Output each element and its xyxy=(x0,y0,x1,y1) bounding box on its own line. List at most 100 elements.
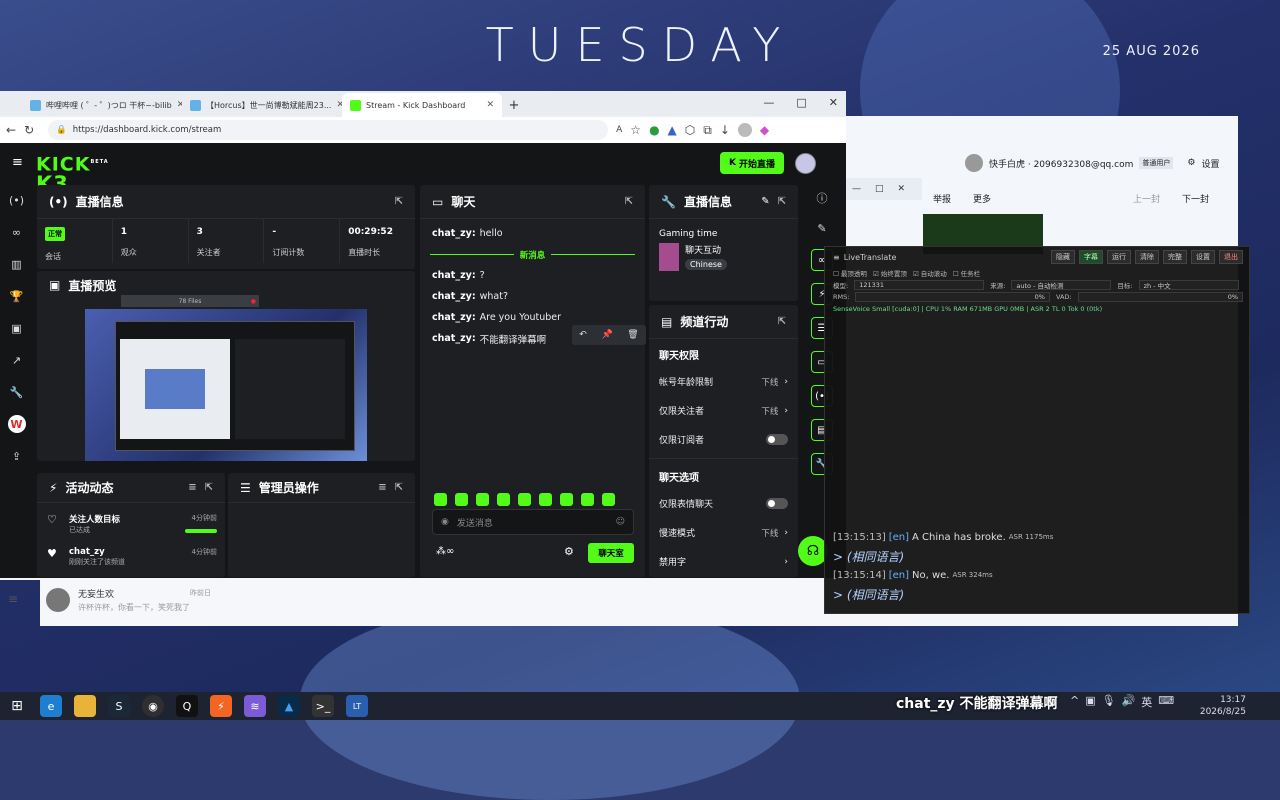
filter-icon[interactable]: ≡ xyxy=(188,482,196,493)
app-icon[interactable]: ≋ xyxy=(244,695,266,717)
followers-only-row[interactable]: 仅限关注者 下线 › xyxy=(649,396,798,425)
edit-icon[interactable]: ✎ xyxy=(761,196,769,207)
emote-icon[interactable] xyxy=(560,493,573,506)
pin-icon[interactable]: 📌 xyxy=(601,330,612,340)
lt-clear-button[interactable]: 清除 xyxy=(1135,250,1159,264)
chat-message[interactable]: chat_zy: hello xyxy=(420,223,645,244)
lt-full-button[interactable]: 完整 xyxy=(1163,250,1187,264)
minimize-icon[interactable]: — xyxy=(852,184,861,194)
reply-icon[interactable]: ↶ xyxy=(579,330,587,340)
wrench-icon[interactable]: 🔧 xyxy=(8,383,26,401)
favorite-icon[interactable]: ☆ xyxy=(630,123,641,137)
back-icon[interactable]: ← xyxy=(6,123,16,137)
profile-icon[interactable] xyxy=(737,123,752,137)
qq-prev[interactable]: 上一封 xyxy=(1133,192,1160,205)
emote-icon[interactable] xyxy=(497,493,510,506)
windows-start-icon[interactable]: ⊞ xyxy=(6,695,28,717)
edge-icon[interactable]: e xyxy=(40,695,62,717)
livetranslate-icon[interactable]: LT xyxy=(346,695,368,717)
chat-user[interactable]: chat_zy: xyxy=(432,312,476,323)
tab-horcus[interactable]: 【Horcus】世一尚博勒斌能周23... ✕ xyxy=(182,93,342,117)
chat-user[interactable]: chat_zy: xyxy=(432,270,476,281)
clock[interactable]: 13:17 2026/8/25 xyxy=(1196,694,1246,718)
lt-check[interactable]: ☑ 自动滚动 xyxy=(913,268,947,278)
upload-icon[interactable]: ⇪ xyxy=(8,447,26,465)
ime-icon[interactable]: ⌨ xyxy=(1158,694,1174,710)
qq-report[interactable]: 举报 xyxy=(933,192,951,205)
close-icon[interactable]: ● xyxy=(251,298,256,305)
emote-icon[interactable] xyxy=(455,493,468,506)
emote-icon[interactable] xyxy=(539,493,552,506)
chat-input[interactable]: ◉ 发送消息 ☺ xyxy=(432,509,634,535)
tab-kick-dashboard[interactable]: Stream - Kick Dashboard ✕ xyxy=(342,93,502,117)
lt-exit-button[interactable]: 退出 xyxy=(1219,250,1243,264)
analytics-icon[interactable]: ↗ xyxy=(8,351,26,369)
people-icon[interactable]: ⁂∞ xyxy=(436,546,454,557)
maximize-icon[interactable]: □ xyxy=(875,184,884,194)
popout-icon[interactable]: ⇱ xyxy=(625,196,633,207)
obs-icon[interactable]: ◉ xyxy=(142,695,164,717)
subs-only-toggle[interactable] xyxy=(766,434,788,445)
account-age-row[interactable]: 帐号年龄限制 下线 › xyxy=(649,367,798,396)
reload-icon[interactable]: ↻ xyxy=(24,123,34,137)
emoji-icon[interactable]: ☺ xyxy=(616,517,625,527)
gear-icon[interactable]: ⚙ xyxy=(1187,158,1195,168)
tab-bilibili[interactable]: 哔哩哔哩 ( ゜- ゜)つロ 干杯~-bilib ✕ xyxy=(22,93,182,117)
maximize-icon[interactable]: □ xyxy=(796,96,806,109)
filter-icon[interactable]: ≡ xyxy=(378,482,386,493)
extension-icon[interactable]: ▲ xyxy=(668,123,677,137)
read-aloud-icon[interactable]: A xyxy=(616,125,622,135)
slow-mode-row[interactable]: 慢速模式 下线 › xyxy=(649,518,798,547)
emote-icon[interactable] xyxy=(476,493,489,506)
close-icon[interactable]: ✕ xyxy=(829,96,838,109)
file-chip[interactable]: 78 Files ● xyxy=(121,295,259,307)
info-icon[interactable]: ⓘ xyxy=(813,189,831,207)
close-icon[interactable]: ✕ xyxy=(486,100,494,110)
vscode-icon[interactable]: ▲ xyxy=(278,695,300,717)
popout-icon[interactable]: ⇱ xyxy=(395,482,403,493)
emote-icon[interactable] xyxy=(434,493,447,506)
mic-icon[interactable]: 🎙 xyxy=(1102,694,1116,710)
stream-preview-video[interactable] xyxy=(85,309,367,461)
stream-icon[interactable]: (•) xyxy=(8,191,26,209)
chat-message[interactable]: chat_zy: what? xyxy=(420,286,645,307)
edit-icon[interactable]: ✎ xyxy=(813,219,831,237)
steam-icon[interactable]: S xyxy=(108,695,130,717)
avatar[interactable] xyxy=(795,153,816,174)
chat-user[interactable]: chat_zy: xyxy=(432,291,476,302)
lt-target-select[interactable]: zh - 中文 xyxy=(1138,280,1239,290)
lt-source-select[interactable]: auto - 自动检测 xyxy=(1011,280,1112,290)
livetranslate-window[interactable]: ≡ LiveTranslate 隐藏 字幕 运行 清除 完整 设置 退出 ☐ 最… xyxy=(824,246,1250,614)
gear-icon[interactable]: ⚙ xyxy=(564,545,574,558)
lt-check[interactable]: ☑ 始终置顶 xyxy=(873,268,907,278)
kick-logo[interactable]: KICKBETAK3 xyxy=(36,153,108,196)
record-icon[interactable]: ◉ xyxy=(441,517,449,527)
lt-subtitle-button[interactable]: 字幕 xyxy=(1079,250,1103,264)
small-window[interactable]: — □ ✕ xyxy=(846,178,922,200)
chat-room-button[interactable]: 聊天室 xyxy=(588,543,634,563)
browser-window[interactable]: 哔哩哔哩 ( ゜- ゜)つロ 干杯~-bilib ✕ 【Horcus】世一尚博勒斌… xyxy=(0,91,846,580)
emote-icon[interactable] xyxy=(518,493,531,506)
popout-icon[interactable]: ⇱ xyxy=(205,482,213,493)
terminal-icon[interactable]: >_ xyxy=(312,695,334,717)
chevron-up-icon[interactable]: ^ xyxy=(1070,694,1079,710)
chat-message[interactable]: chat_zy:? xyxy=(420,265,645,286)
wps-icon[interactable]: W xyxy=(7,415,26,433)
extension-icon[interactable]: ● xyxy=(649,123,659,137)
lt-settings-button[interactable]: 设置 xyxy=(1191,250,1215,264)
hamburger-icon[interactable]: ≡ xyxy=(12,155,23,170)
video-icon[interactable]: ▣ xyxy=(8,319,26,337)
popout-icon[interactable]: ⇱ xyxy=(778,196,786,207)
qq-more[interactable]: 更多 xyxy=(973,192,991,205)
lt-model-select[interactable]: 121331 xyxy=(854,280,985,290)
url-field[interactable]: 🔒 https://dashboard.kick.com/stream xyxy=(48,120,609,140)
qq-next[interactable]: 下一封 xyxy=(1182,192,1209,205)
popout-icon[interactable]: ⇱ xyxy=(778,316,786,327)
chat-user[interactable]: chat_zy: xyxy=(432,228,476,239)
new-tab-button[interactable]: + xyxy=(502,93,526,117)
app-icon[interactable]: ⚡ xyxy=(210,695,232,717)
link-icon[interactable]: ∞ xyxy=(8,223,26,241)
menu-icon[interactable]: ≡ xyxy=(8,592,18,606)
volume-icon[interactable]: 🔊 xyxy=(1122,694,1136,710)
menu-icon[interactable]: ≡ xyxy=(833,253,840,262)
